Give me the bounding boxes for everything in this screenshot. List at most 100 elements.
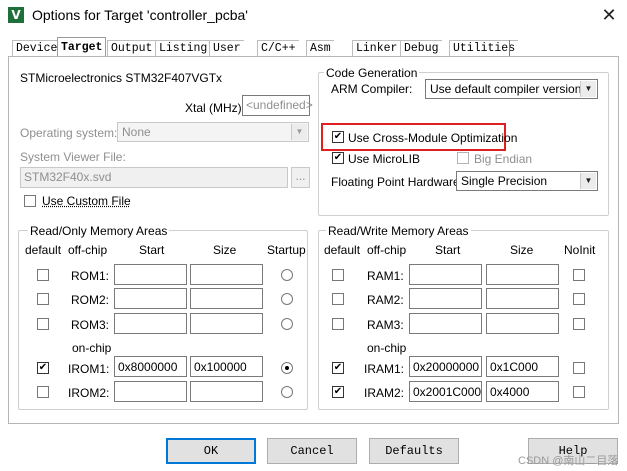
irom2-start-input[interactable]: [114, 381, 187, 402]
fph-label: Floating Point Hardware:: [331, 175, 464, 189]
rom1-label: ROM1:: [71, 269, 110, 283]
arm-compiler-label: ARM Compiler:: [331, 82, 413, 96]
rw-header-offchip: off-chip: [367, 243, 407, 257]
rom2-size-input[interactable]: [190, 288, 263, 309]
rom1-default-checkbox[interactable]: [37, 269, 49, 281]
ro-onchip-label: on-chip: [72, 341, 112, 355]
tab-strip-end: [509, 40, 510, 56]
ram3-default-checkbox[interactable]: [332, 318, 344, 330]
microlib-label: Use MicroLIB: [348, 152, 421, 166]
ram1-default-checkbox[interactable]: [332, 269, 344, 281]
ram1-label: RAM1:: [367, 269, 404, 283]
rw-memory-title: Read/Write Memory Areas: [326, 224, 471, 238]
ram2-noinit-checkbox[interactable]: [573, 293, 585, 305]
tab-debug[interactable]: Debug: [400, 40, 442, 56]
rom3-start-input[interactable]: [114, 313, 187, 334]
rom1-start-input[interactable]: [114, 264, 187, 285]
chevron-down-icon: ▼: [580, 173, 596, 189]
chevron-down-icon: ▼: [291, 124, 307, 140]
use-custom-file-label: Use Custom File: [42, 194, 131, 208]
chevron-down-icon: ▼: [580, 81, 596, 97]
rw-header-size: Size: [510, 243, 534, 257]
cancel-button[interactable]: Cancel: [267, 438, 357, 464]
rw-header-noinit: NoInit: [564, 243, 596, 257]
tab-utilities[interactable]: Utilities: [449, 40, 519, 56]
ram2-size-input[interactable]: [486, 288, 559, 309]
rom3-startup-radio[interactable]: [281, 318, 293, 330]
ram1-noinit-checkbox[interactable]: [573, 269, 585, 281]
tab-cpp[interactable]: C/C++: [257, 40, 299, 56]
iram1-label: IRAM1:: [364, 362, 405, 376]
rom1-startup-radio[interactable]: [281, 269, 293, 281]
ram2-label: RAM2:: [367, 293, 404, 307]
iram1-size-input[interactable]: 0x1C000: [486, 356, 559, 377]
keil-app-icon: V: [8, 7, 24, 23]
iram1-start-input[interactable]: 0x20000000: [409, 356, 482, 377]
ro-header-start: Start: [139, 243, 165, 257]
tab-listing[interactable]: Listing: [155, 40, 211, 56]
irom2-size-input[interactable]: [190, 381, 263, 402]
iram2-noinit-checkbox[interactable]: [573, 386, 585, 398]
iram2-size-input[interactable]: 0x4000: [486, 381, 559, 402]
close-icon[interactable]: ✕: [596, 3, 622, 27]
ram3-size-input[interactable]: [486, 313, 559, 334]
svd-browse-button[interactable]: ...: [291, 167, 310, 188]
use-custom-file-checkbox[interactable]: [24, 195, 36, 207]
ro-header-startup: Startup: [267, 243, 306, 257]
device-name: STMicroelectronics STM32F407VGTx: [20, 71, 223, 85]
ram1-size-input[interactable]: [486, 264, 559, 285]
rom3-label: ROM3:: [71, 318, 110, 332]
rom2-startup-radio[interactable]: [281, 293, 293, 305]
rom3-size-input[interactable]: [190, 313, 263, 334]
rom2-default-checkbox[interactable]: [37, 293, 49, 305]
code-generation-title: Code Generation: [324, 66, 420, 80]
xtal-input[interactable]: <undefined>: [242, 95, 313, 116]
rom3-default-checkbox[interactable]: [37, 318, 49, 330]
cross-module-label: Use Cross-Module Optimization: [348, 131, 518, 145]
ram1-start-input[interactable]: [409, 264, 482, 285]
svd-input[interactable]: STM32F40x.svd: [20, 167, 288, 188]
tab-asm[interactable]: Asm: [306, 40, 334, 56]
svd-label: System Viewer File:: [20, 150, 126, 164]
iram1-default-checkbox[interactable]: ✔: [332, 362, 344, 374]
ram3-label: RAM3:: [367, 318, 404, 332]
rw-header-start: Start: [435, 243, 461, 257]
arm-compiler-select[interactable]: Use default compiler version 5 ▼: [425, 79, 598, 99]
os-select[interactable]: None ▼: [117, 122, 309, 142]
ram3-noinit-checkbox[interactable]: [573, 318, 585, 330]
ram3-start-input[interactable]: [409, 313, 482, 334]
rom2-start-input[interactable]: [114, 288, 187, 309]
irom1-default-checkbox[interactable]: ✔: [37, 362, 49, 374]
cross-module-checkbox[interactable]: ✔: [332, 131, 344, 143]
iram1-noinit-checkbox[interactable]: [573, 362, 585, 374]
irom1-start-input[interactable]: 0x8000000: [114, 356, 187, 377]
ro-memory-title: Read/Only Memory Areas: [28, 224, 170, 238]
big-endian-checkbox[interactable]: [457, 152, 469, 164]
microlib-checkbox[interactable]: ✔: [332, 152, 344, 164]
tab-user[interactable]: User: [209, 40, 244, 56]
iram2-label: IRAM2:: [364, 386, 405, 400]
watermark-text: CSDN @南山二目落: [518, 455, 619, 467]
tab-target[interactable]: Target: [57, 37, 107, 57]
irom1-startup-radio[interactable]: [281, 362, 293, 374]
rw-onchip-label: on-chip: [367, 341, 407, 355]
ram2-start-input[interactable]: [409, 288, 482, 309]
irom2-startup-radio[interactable]: [281, 386, 293, 398]
os-label: Operating system:: [20, 126, 118, 140]
defaults-button[interactable]: Defaults: [369, 438, 459, 464]
tab-output[interactable]: Output: [107, 40, 156, 56]
irom2-default-checkbox[interactable]: [37, 386, 49, 398]
iram2-default-checkbox[interactable]: ✔: [332, 386, 344, 398]
iram2-start-input[interactable]: 0x2001C000: [409, 381, 482, 402]
tab-device[interactable]: Device: [12, 40, 61, 56]
irom1-size-input[interactable]: 0x100000: [190, 356, 263, 377]
ok-button[interactable]: OK: [166, 438, 256, 464]
rom1-size-input[interactable]: [190, 264, 263, 285]
ro-header-default: default: [25, 243, 62, 257]
fph-select[interactable]: Single Precision ▼: [456, 171, 598, 191]
big-endian-label: Big Endian: [474, 152, 533, 166]
irom1-label: IROM1:: [68, 362, 110, 376]
tab-linker[interactable]: Linker: [352, 40, 401, 56]
ram2-default-checkbox[interactable]: [332, 293, 344, 305]
ro-header-offchip: off-chip: [68, 243, 108, 257]
